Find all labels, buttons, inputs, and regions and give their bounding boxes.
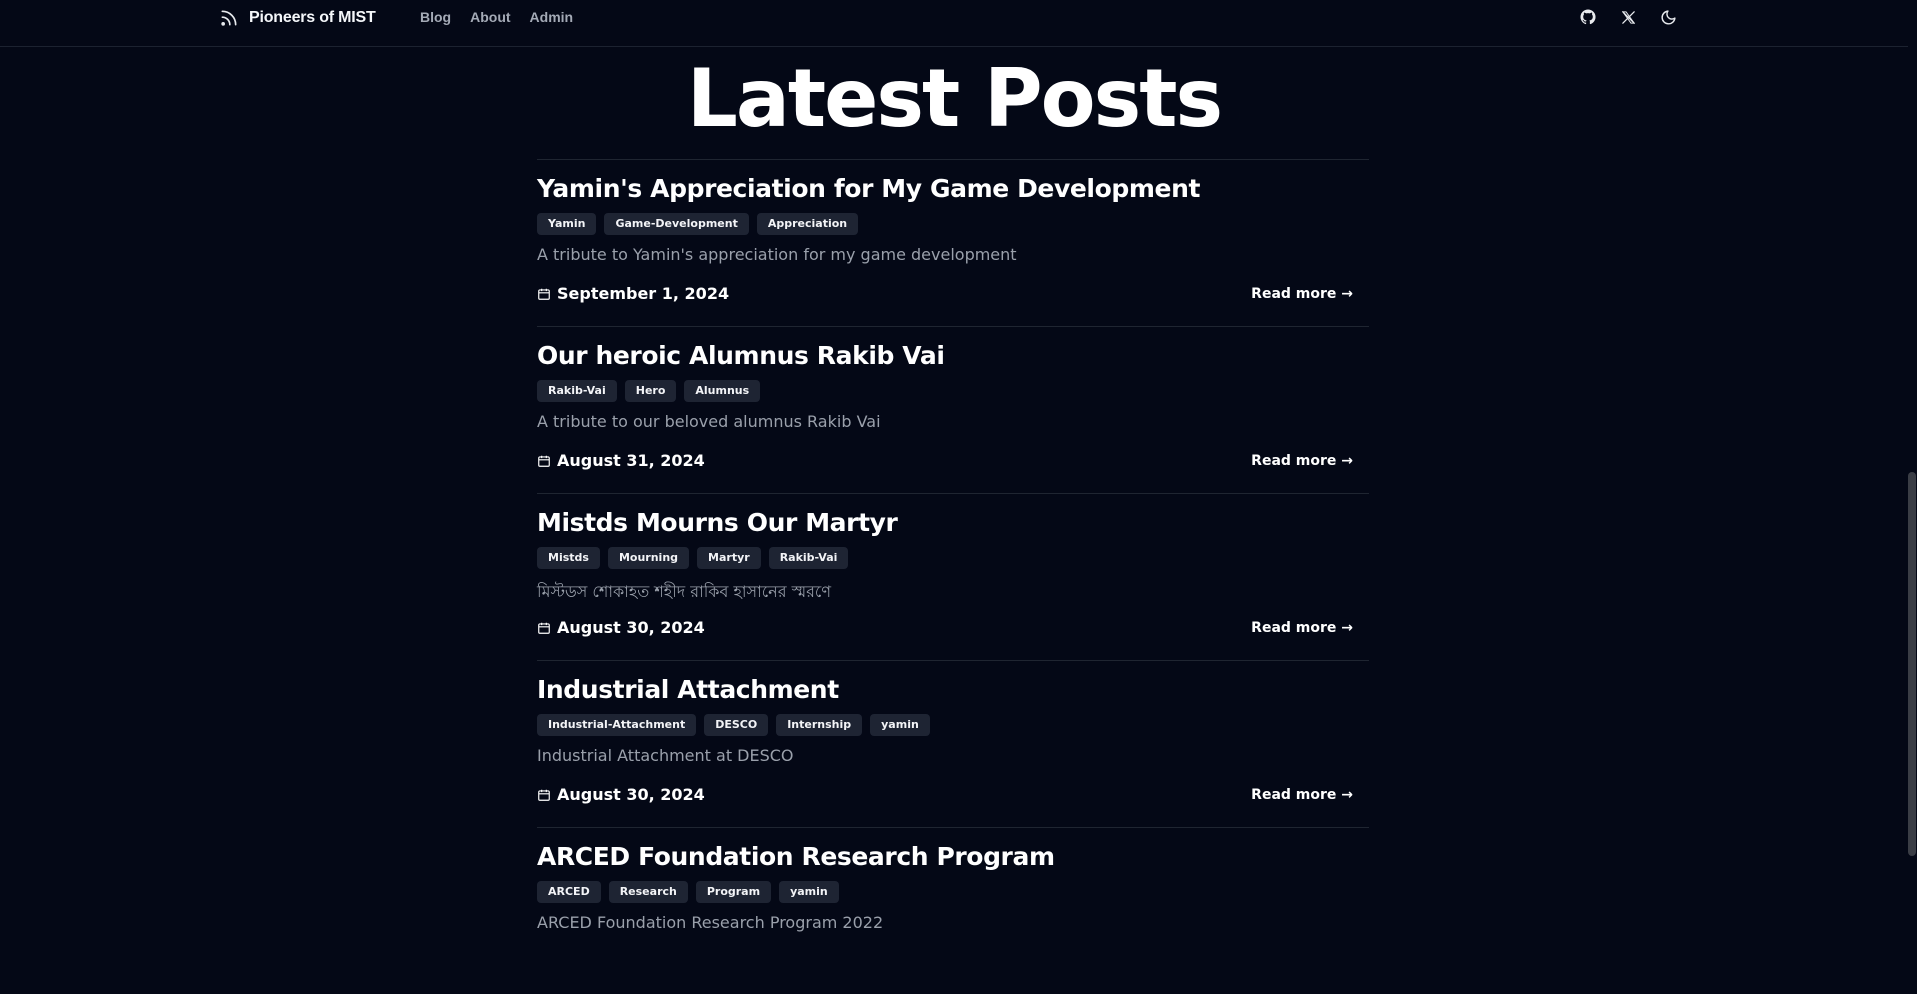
tag[interactable]: Yamin xyxy=(537,213,597,235)
calendar-icon xyxy=(537,454,551,468)
read-more-link[interactable]: Read more → xyxy=(1251,286,1353,302)
posts-list: Yamin's Appreciation for My Game Develop… xyxy=(537,159,1369,994)
github-icon[interactable] xyxy=(1578,6,1598,28)
post-description: A tribute to Yamin's appreciation for my… xyxy=(537,245,1017,264)
post-meta: September 1, 2024 xyxy=(537,284,729,303)
post-description: A tribute to our beloved alumnus Rakib V… xyxy=(537,412,881,431)
top-navigation-bar: Pioneers of MIST Blog About Admin xyxy=(0,0,1908,47)
post-title[interactable]: Yamin's Appreciation for My Game Develop… xyxy=(537,174,1200,203)
post-date: August 30, 2024 xyxy=(557,618,705,637)
post-card: Industrial Attachment Industrial-Attachm… xyxy=(537,660,1369,827)
post-description: মিস্টডস শোকাহত শহীদ রাকিব হাসানের স্মরণে xyxy=(537,582,832,601)
tag[interactable]: Internship xyxy=(776,714,863,736)
post-meta: August 30, 2024 xyxy=(537,618,705,637)
nav-about-link[interactable]: About xyxy=(470,9,510,25)
post-tags: Rakib-Vai Hero Alumnus xyxy=(537,380,761,402)
post-tags: Yamin Game-Development Appreciation xyxy=(537,213,859,235)
post-tags: Mistds Mourning Martyr Rakib-Vai xyxy=(537,547,849,569)
post-date: August 30, 2024 xyxy=(557,785,705,804)
post-date: September 1, 2024 xyxy=(557,284,730,303)
read-more-link[interactable]: Read more → xyxy=(1251,620,1353,636)
nav-admin-link[interactable]: Admin xyxy=(530,9,574,25)
post-date: August 31, 2024 xyxy=(557,451,705,470)
tag[interactable]: Appreciation xyxy=(756,213,859,235)
tag[interactable]: Research xyxy=(608,881,688,903)
scrollbar[interactable] xyxy=(1908,0,1917,948)
post-title[interactable]: Industrial Attachment xyxy=(537,675,839,704)
post-tags: ARCED Research Program yamin xyxy=(537,881,839,903)
moon-icon[interactable] xyxy=(1658,6,1678,28)
post-card: Our heroic Alumnus Rakib Vai Rakib-Vai H… xyxy=(537,326,1369,493)
tag[interactable]: Rakib-Vai xyxy=(768,547,849,569)
post-meta: August 31, 2024 xyxy=(537,451,705,470)
rss-icon xyxy=(219,8,239,28)
calendar-icon xyxy=(537,621,551,635)
post-meta: August 30, 2024 xyxy=(537,785,705,804)
post-card: Yamin's Appreciation for My Game Develop… xyxy=(537,159,1369,326)
post-description: Industrial Attachment at DESCO xyxy=(537,746,794,765)
tag[interactable]: Mourning xyxy=(607,547,690,569)
tag[interactable]: DESCO xyxy=(704,714,769,736)
brand-link[interactable]: Pioneers of MIST xyxy=(219,7,376,29)
post-title[interactable]: Mistds Mourns Our Martyr xyxy=(537,508,898,537)
page-title: Latest Posts xyxy=(686,52,1223,145)
read-more-link[interactable]: Read more → xyxy=(1251,787,1353,803)
read-more-link[interactable]: Read more → xyxy=(1251,453,1353,469)
tag[interactable]: Alumnus xyxy=(684,380,761,402)
post-title[interactable]: Our heroic Alumnus Rakib Vai xyxy=(537,341,945,370)
post-card: Mistds Mourns Our Martyr Mistds Mourning… xyxy=(537,493,1369,660)
tag[interactable]: yamin xyxy=(779,881,839,903)
main-nav: Blog About Admin xyxy=(420,9,592,25)
tag[interactable]: Game-Development xyxy=(604,213,749,235)
tag[interactable]: Rakib-Vai xyxy=(537,380,617,402)
tag[interactable]: Hero xyxy=(624,380,677,402)
post-title[interactable]: ARCED Foundation Research Program xyxy=(537,842,1055,871)
calendar-icon xyxy=(537,287,551,301)
tag[interactable]: yamin xyxy=(870,714,930,736)
tag[interactable]: Mistds xyxy=(537,547,600,569)
post-tags: Industrial-Attachment DESCO Internship y… xyxy=(537,714,930,736)
nav-blog-link[interactable]: Blog xyxy=(420,9,451,25)
post-card: ARCED Foundation Research Program ARCED … xyxy=(537,827,1369,994)
tag[interactable]: ARCED xyxy=(537,881,601,903)
scrollbar-thumb[interactable] xyxy=(1908,472,1916,856)
tag[interactable]: Martyr xyxy=(697,547,761,569)
calendar-icon xyxy=(537,788,551,802)
post-description: ARCED Foundation Research Program 2022 xyxy=(537,913,884,932)
brand-name: Pioneers of MIST xyxy=(249,9,376,26)
tag[interactable]: Program xyxy=(695,881,772,903)
header-actions xyxy=(1578,6,1678,28)
x-icon[interactable] xyxy=(1618,6,1638,28)
tag[interactable]: Industrial-Attachment xyxy=(537,714,697,736)
